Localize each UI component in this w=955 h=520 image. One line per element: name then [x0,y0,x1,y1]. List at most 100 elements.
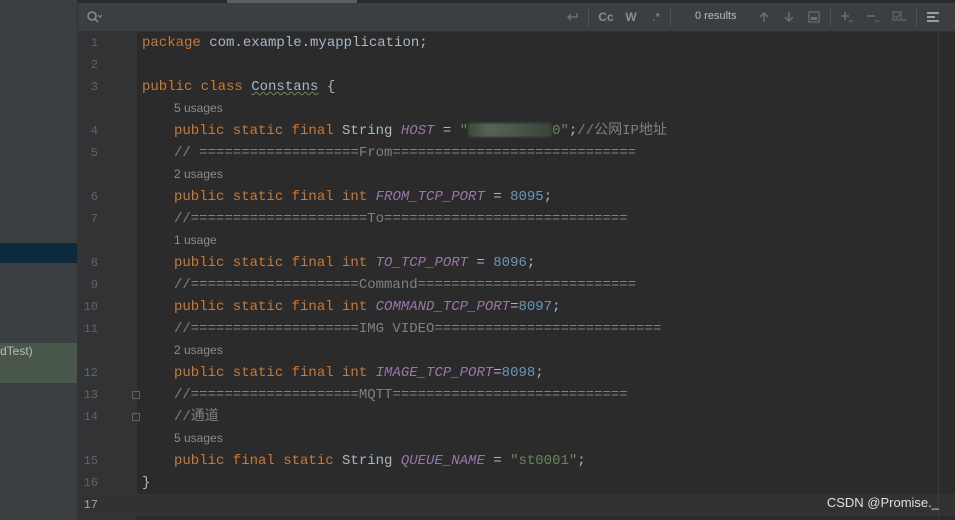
menu-icon[interactable] [924,7,942,27]
line-number: 3 [90,80,98,94]
code-line[interactable]: 11 //====================IMG VIDEO=======… [0,318,955,340]
code-line[interactable]: 15 public final static String QUEUE_NAME … [0,450,955,472]
usage-hint[interactable]: 1 usage [174,233,217,247]
line-number: 4 [90,124,98,138]
code-token: //====================MQTT==============… [174,387,628,403]
code-token: public static final int [174,299,376,315]
filter-icon[interactable] [890,7,908,27]
code-text: public static final int IMAGE_TCP_PORT=8… [174,364,544,382]
search-results-count: 0 results [695,10,737,22]
code-text: //====================IMG VIDEO=========… [174,320,661,338]
code-line[interactable]: 7 //=====================To==============… [0,208,955,230]
code-token: ; [552,299,561,315]
line-number: 10 [83,300,98,314]
code-token: HOST [400,123,435,139]
line-number: 2 [90,58,98,72]
fold-marker-icon[interactable] [132,413,140,421]
code-text: package com.example.myapplication; [142,34,428,52]
select-all-icon[interactable] [805,7,823,27]
code-text: public static final String HOST = " 0";//… [174,122,667,140]
code-line[interactable]: 8 public static final int TO_TCP_PORT = 8… [0,252,955,274]
code-token: //====================IMG VIDEO=========… [174,321,662,337]
code-token: //=====================To===============… [174,211,628,227]
code-line[interactable]: 3 public class Constans { [0,76,955,98]
code-text: //====================MQTT==============… [174,386,628,404]
search-icon[interactable] [84,7,104,27]
code-token: ; [526,255,536,271]
line-number: 9 [90,278,98,292]
next-occurrence-icon[interactable] [780,7,798,27]
code-token: Constans [251,79,319,95]
line-number: 1 [90,36,98,50]
code-token: public class [142,79,252,95]
code-token: String [342,123,401,139]
code-line[interactable]: 4 public static final String HOST = " 0";/… [0,120,955,142]
code-line[interactable]: 1 package com.example.myapplication; [0,32,955,54]
code-line[interactable]: 13 //====================MQTT============… [0,384,955,406]
match-case-icon[interactable]: Cc [596,7,616,27]
line-number: 17 [83,498,98,512]
code-text: public class Constans { [142,78,335,96]
code-line[interactable]: 14 //通道 [0,406,955,428]
code-token: 8095 [510,189,544,205]
project-tree-run-label: dTest) [0,344,33,358]
code-token: // ===================From==============… [174,145,637,161]
regex-icon[interactable]: .* [646,7,666,27]
code-token: public static final [174,123,343,139]
code-text: public static final int TO_TCP_PORT = 80… [174,254,535,272]
code-token: ; [535,365,544,381]
line-number: 7 [90,212,98,226]
code-token: = [493,365,502,381]
code-token: " [459,123,469,139]
code-token: 0" [552,123,569,139]
code-token: = [484,189,511,205]
find-bar: Cc W .* 0 results [78,3,955,32]
usage-hint[interactable]: 5 usages [174,431,223,445]
code-token: ; [577,453,586,469]
code-line[interactable]: 12 public static final int IMAGE_TCP_PORT… [0,362,955,384]
line-number: 12 [83,366,98,380]
line-number: 15 [83,454,98,468]
code-token: com.example.myapplication; [209,35,428,51]
regex-replace-icon[interactable] [562,7,582,27]
code-line[interactable]: 6 public static final int FROM_TCP_PORT =… [0,186,955,208]
code-line[interactable]: 10 public static final int COMMAND_TCP_PO… [0,296,955,318]
code-token: //公网IP地址 [577,123,667,139]
remove-selection-icon[interactable] [864,7,882,27]
code-text: //通道 [174,408,219,426]
watermark: CSDN @Promise._ [826,495,939,510]
code-line[interactable]: 5 // ===================From=============… [0,142,955,164]
line-number: 6 [90,190,98,204]
code-token: COMMAND_TCP_PORT [375,299,511,315]
code-line[interactable]: 17 [0,494,955,516]
code-text: //====================Command===========… [174,276,636,294]
code-text: public static final int COMMAND_TCP_PORT… [174,298,560,316]
usage-hint[interactable]: 2 usages [174,167,223,181]
code-token: public final static [174,453,343,469]
code-token: = [468,255,494,271]
code-token: { [318,79,336,95]
usage-hint[interactable]: 5 usages [174,101,223,115]
code-token: IMAGE_TCP_PORT [375,365,494,381]
line-number: 16 [83,476,98,490]
code-token: "st0001" [510,453,578,469]
line-number: 11 [83,322,98,336]
usage-hint[interactable]: 2 usages [174,343,223,357]
code-token: public static final int [174,255,376,271]
code-text: //=====================To===============… [174,210,628,228]
words-icon[interactable]: W [621,7,641,27]
line-number: 14 [83,410,98,424]
code-token: TO_TCP_PORT [375,255,469,271]
code-token: public static final int [174,365,376,381]
code-token: //====================Command===========… [174,277,637,293]
line-number: 5 [90,146,98,160]
fold-marker-icon[interactable] [132,391,140,399]
line-number: 13 [83,388,98,402]
code-text: public final static String QUEUE_NAME = … [174,452,586,470]
add-selection-icon[interactable] [838,7,856,27]
code-line[interactable]: 16} [0,472,955,494]
code-token: public static final int [174,189,376,205]
prev-occurrence-icon[interactable] [755,7,773,27]
code-line[interactable]: 2 [0,54,955,76]
code-line[interactable]: 9 //====================Command==========… [0,274,955,296]
